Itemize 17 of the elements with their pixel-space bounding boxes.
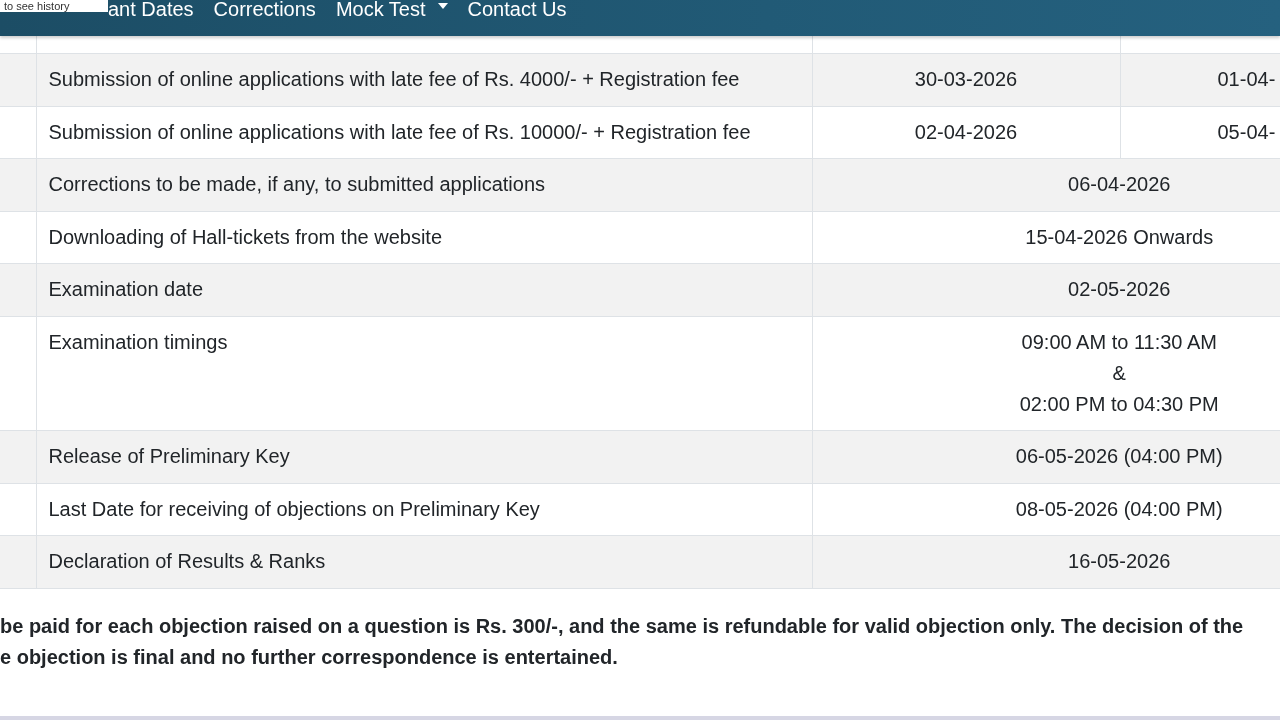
table-cell: Submission of online applications with late fee of Rs. 4000/- + Registration fee	[36, 53, 812, 106]
table-cell: Examination date	[36, 263, 812, 316]
table-cell: Corrections to be made, if any, to submitted applications	[36, 158, 812, 211]
table-cell: Submission of online applications with late fee of Rs. 10000/- + Registration fee	[36, 106, 812, 159]
table-cell: 02-04-2026	[812, 106, 1120, 159]
table-cell: Last Date for receiving of objections on Preliminary Key	[36, 483, 812, 536]
caret-icon	[437, 3, 448, 9]
note-text: be paid for each objection raised on a question is Rs. 300/-, and the same is refundable for valid objection only. The decision of the e objection is final and no further correspondence is entertained.	[0, 613, 1245, 670]
table-cell: Examination timings	[36, 316, 812, 431]
table-cell: 30-03-2026	[812, 53, 1120, 106]
nav-link[interactable]: Corrections	[203, 0, 326, 18]
table-cell: Declaration of Results & Ranks	[36, 535, 812, 588]
tooltip: to see history	[0, 0, 108, 12]
nav-dropdown-toggle[interactable]: Mock Test	[325, 0, 458, 18]
table-cell: Downloading of Hall-tickets from the website	[36, 211, 812, 264]
table-cell: Release of Preliminary Key	[36, 430, 812, 483]
nav-link[interactable]: Contact Us	[457, 0, 577, 18]
